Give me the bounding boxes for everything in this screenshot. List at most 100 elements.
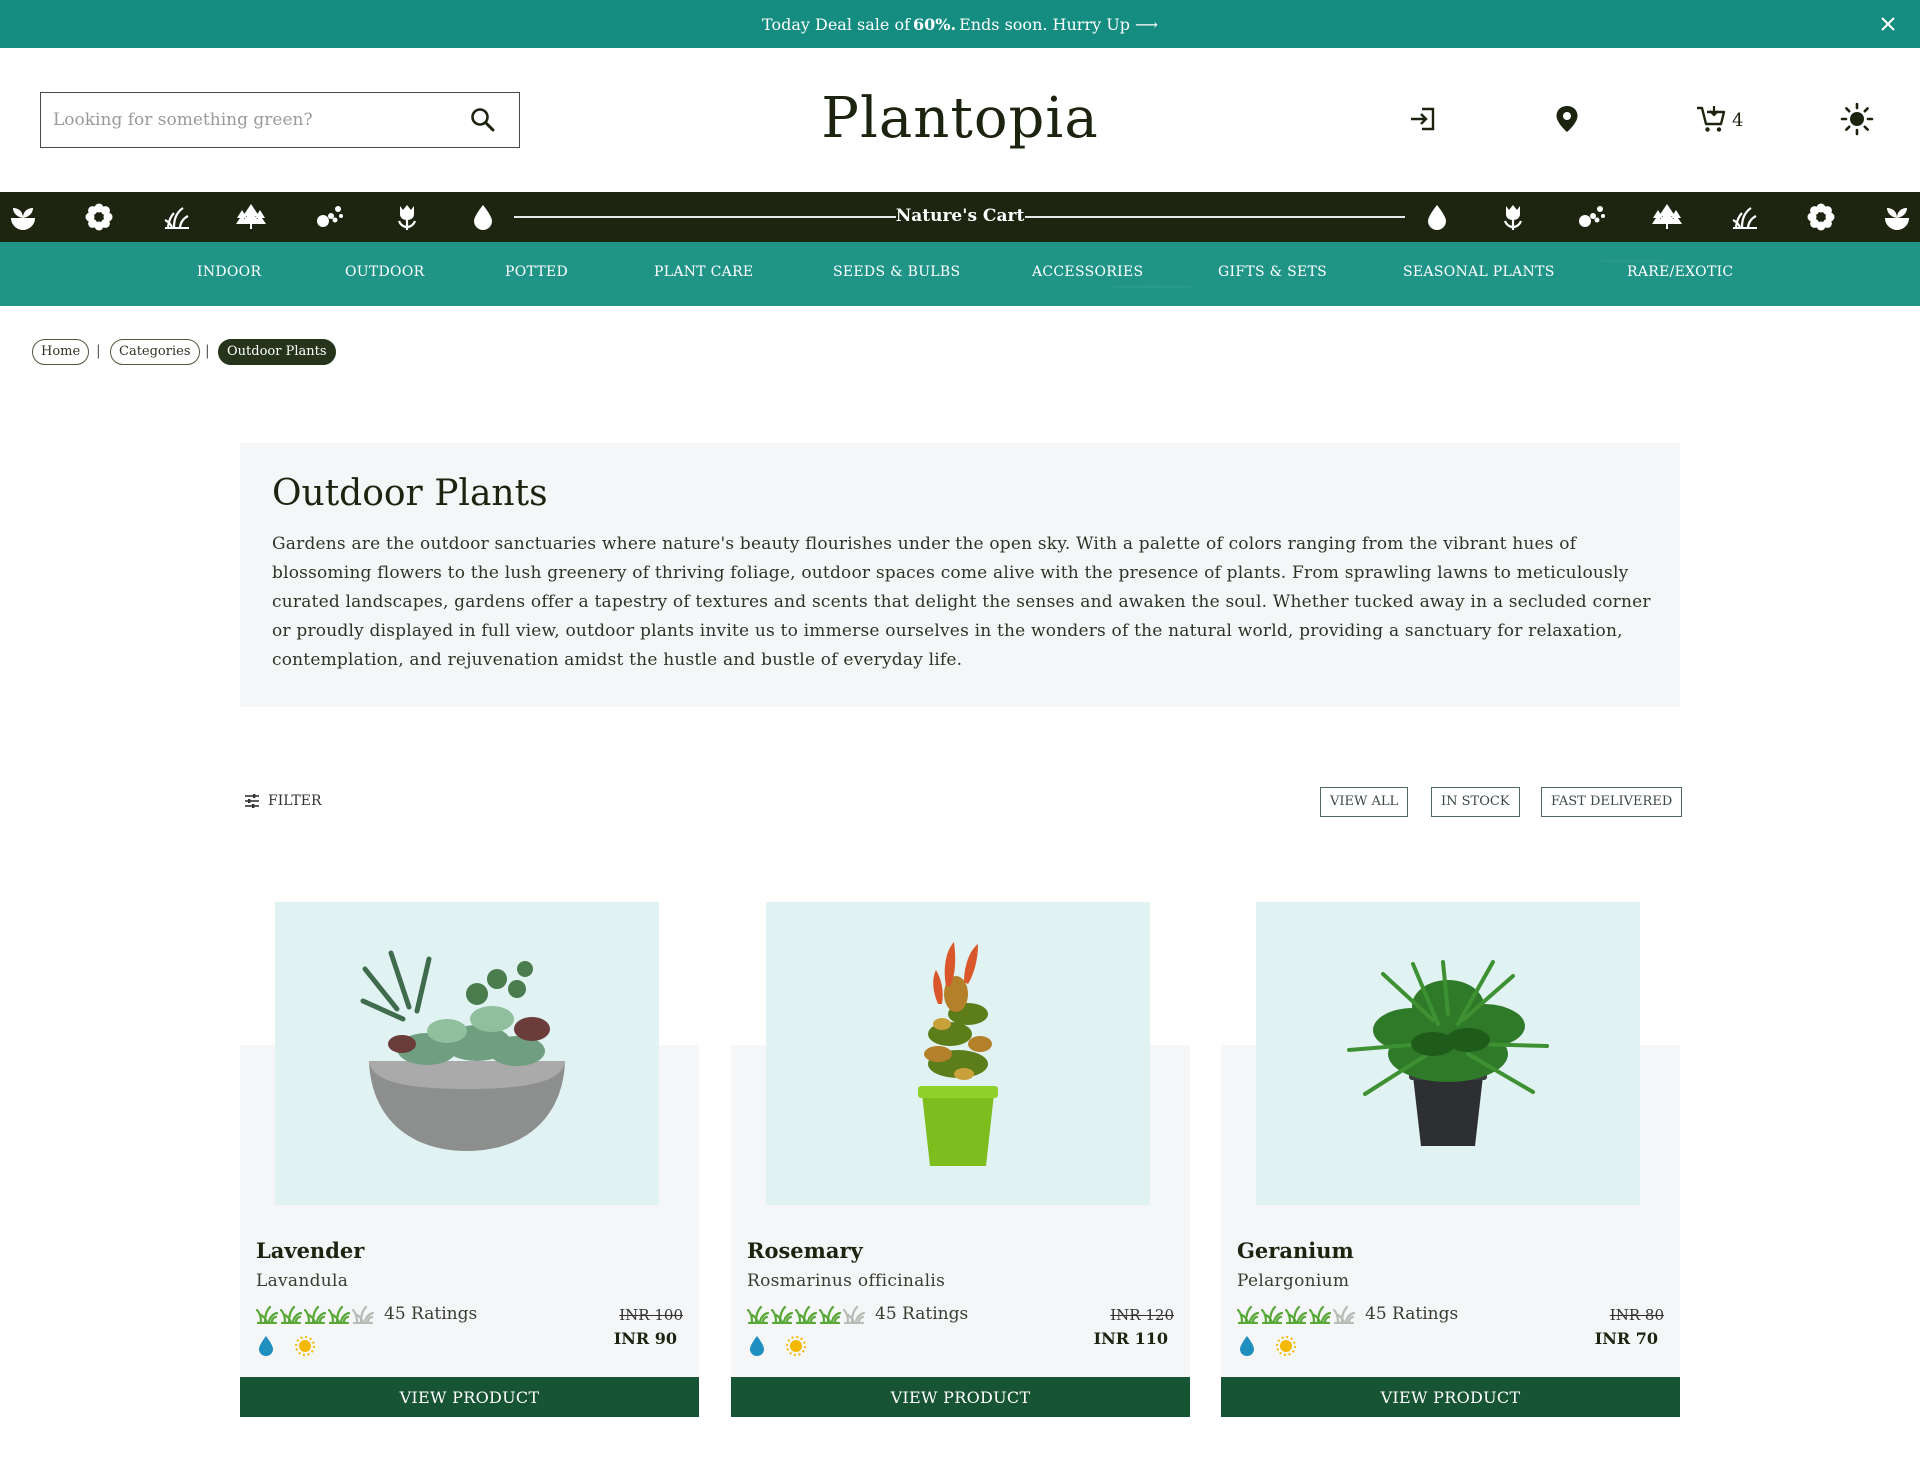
product-name[interactable]: Lavender — [256, 1238, 364, 1263]
breadcrumb-categories[interactable]: Categories — [110, 339, 200, 365]
rating-leaf-filled-icon — [1237, 1305, 1259, 1324]
seeds-icon — [1579, 206, 1605, 227]
grass-icon — [1732, 207, 1757, 229]
filter-button[interactable]: FILTER — [244, 793, 322, 809]
nav-item-seasonal-plants[interactable]: SEASONAL PLANTS — [1403, 264, 1555, 280]
category-description: Gardens are the outdoor sanctuaries wher… — [272, 534, 1651, 670]
product-card-rosemary: Rosemary Rosmarinus officinalis 45 Ratin… — [731, 902, 1190, 1417]
sprout-bowl-icon — [11, 208, 35, 230]
breadcrumb-home[interactable]: Home — [32, 339, 90, 365]
product-scientific-name: Rosmarinus officinalis — [747, 1271, 946, 1291]
strip-title: Nature's Cart — [895, 206, 1025, 226]
rating-stars — [1237, 1303, 1355, 1325]
water-drop-icon — [259, 1336, 273, 1356]
site-header: Plantopia 4 — [0, 48, 1920, 192]
product-scientific-name: Pelargonium — [1237, 1271, 1350, 1291]
rating-leaf-filled-icon — [747, 1305, 769, 1324]
product-card-lavender: Lavender Lavandula 45 Ratings INR 100 IN… — [240, 902, 699, 1417]
water-drop-icon — [1240, 1336, 1254, 1356]
filter-sliders-icon — [245, 794, 259, 808]
strip-divider-left — [514, 216, 896, 218]
location-icon[interactable] — [1550, 102, 1584, 136]
rating-leaf-filled-icon — [280, 1305, 302, 1324]
grass-icon — [164, 207, 189, 229]
sprout-bowl-icon — [1885, 208, 1909, 230]
view-product-button[interactable]: VIEW PRODUCT — [1221, 1377, 1680, 1417]
filter-in-stock-button[interactable]: IN STOCK — [1431, 787, 1520, 817]
rating-leaf-filled-icon — [328, 1305, 350, 1324]
decorative-strip: Nature's Cart — [0, 192, 1920, 242]
product-scientific-name: Lavandula — [256, 1271, 349, 1291]
nav-item-gifts-sets[interactable]: GIFTS & SETS — [1218, 264, 1327, 280]
logo-text[interactable]: Plantopia — [821, 86, 1098, 151]
flower-icon — [1807, 203, 1835, 231]
trees-icon — [236, 204, 266, 229]
cart-count: 4 — [1732, 110, 1744, 131]
search-input[interactable] — [53, 110, 453, 130]
nav-item-plant-care[interactable]: PLANT CARE — [654, 264, 753, 280]
sun-icon — [1276, 1336, 1296, 1356]
filter-fast-delivered-button[interactable]: FAST DELIVERED — [1541, 787, 1683, 817]
search-icon[interactable] — [469, 106, 497, 134]
rating-leaf-filled-icon — [771, 1305, 793, 1324]
nav-item-seeds-bulbs[interactable]: SEEDS & BULBS — [833, 264, 960, 280]
login-icon[interactable] — [1406, 102, 1440, 136]
rating-leaf-filled-icon — [795, 1305, 817, 1324]
sale-price: INR 70 — [1594, 1329, 1658, 1348]
category-intro: Outdoor Plants Gardens are the outdoor s… — [240, 443, 1680, 707]
nav-item-rare-exotic[interactable]: RARE/EXOTIC — [1627, 264, 1733, 280]
theme-toggle-sun-icon[interactable] — [1840, 102, 1874, 136]
nav-item-indoor[interactable]: INDOOR — [197, 264, 261, 280]
geranium-pot-image — [1347, 959, 1549, 1146]
sale-price: INR 90 — [613, 1329, 677, 1348]
announcement-bar: Today Deal sale of 60%. Ends soon. Hurry… — [0, 0, 1920, 48]
rating-leaf-empty-icon — [843, 1305, 865, 1324]
rating-leaf-filled-icon — [304, 1305, 326, 1324]
product-card-geranium: Geranium Pelargonium 45 Ratings INR 80 I… — [1221, 902, 1680, 1417]
rating-leaf-filled-icon — [819, 1305, 841, 1324]
nav-item-potted[interactable]: POTTED — [505, 264, 568, 280]
announcement-text: Today Deal sale of — [762, 14, 911, 34]
rating-count: 45 Ratings — [1365, 1304, 1459, 1324]
announcement-highlight: 60%. — [913, 14, 957, 34]
water-drop-icon — [1428, 205, 1446, 230]
water-drop-icon — [474, 205, 492, 230]
nav-item-outdoor[interactable]: OUTDOOR — [345, 264, 424, 280]
product-name[interactable]: Geranium — [1237, 1238, 1354, 1263]
category-nav: INDOOR OUTDOOR POTTED PLANT CARE SEEDS &… — [0, 242, 1920, 306]
sale-price: INR 110 — [1093, 1329, 1168, 1348]
rating-leaf-filled-icon — [1285, 1305, 1307, 1324]
announcement-link[interactable]: Ends soon. Hurry Up ⟶ — [959, 15, 1158, 34]
close-icon[interactable] — [1874, 10, 1902, 38]
breadcrumb-separator: | — [205, 343, 210, 359]
breadcrumb-separator: | — [96, 343, 101, 359]
strip-divider-right — [1025, 216, 1405, 218]
care-icons — [747, 1335, 807, 1357]
sun-icon — [786, 1336, 806, 1356]
cart-icon[interactable] — [1694, 102, 1728, 136]
care-icons — [1237, 1335, 1297, 1357]
filter-label: FILTER — [268, 793, 322, 809]
product-image[interactable] — [766, 902, 1150, 1205]
search-box — [40, 92, 520, 148]
water-drop-icon — [750, 1336, 764, 1356]
original-price: INR 120 — [1110, 1306, 1174, 1324]
page-title: Outdoor Plants — [272, 473, 548, 514]
rating-leaf-filled-icon — [256, 1305, 278, 1324]
nav-item-accessories[interactable]: ACCESSORIES — [1032, 264, 1143, 280]
tulip-icon — [397, 205, 417, 230]
seeds-icon — [317, 206, 343, 227]
product-name[interactable]: Rosemary — [747, 1238, 863, 1263]
rating-stars — [747, 1303, 865, 1325]
tulip-icon — [1503, 205, 1523, 230]
rosemary-pot-image — [918, 941, 998, 1166]
filter-view-all-button[interactable]: VIEW ALL — [1320, 787, 1409, 817]
view-product-button[interactable]: VIEW PRODUCT — [731, 1377, 1190, 1417]
original-price: INR 80 — [1609, 1306, 1664, 1324]
rating-leaf-filled-icon — [1261, 1305, 1283, 1324]
rating-count: 45 Ratings — [384, 1304, 478, 1324]
product-image[interactable] — [275, 902, 659, 1205]
product-image[interactable] — [1256, 902, 1640, 1205]
view-product-button[interactable]: VIEW PRODUCT — [240, 1377, 699, 1417]
sun-icon — [295, 1336, 315, 1356]
